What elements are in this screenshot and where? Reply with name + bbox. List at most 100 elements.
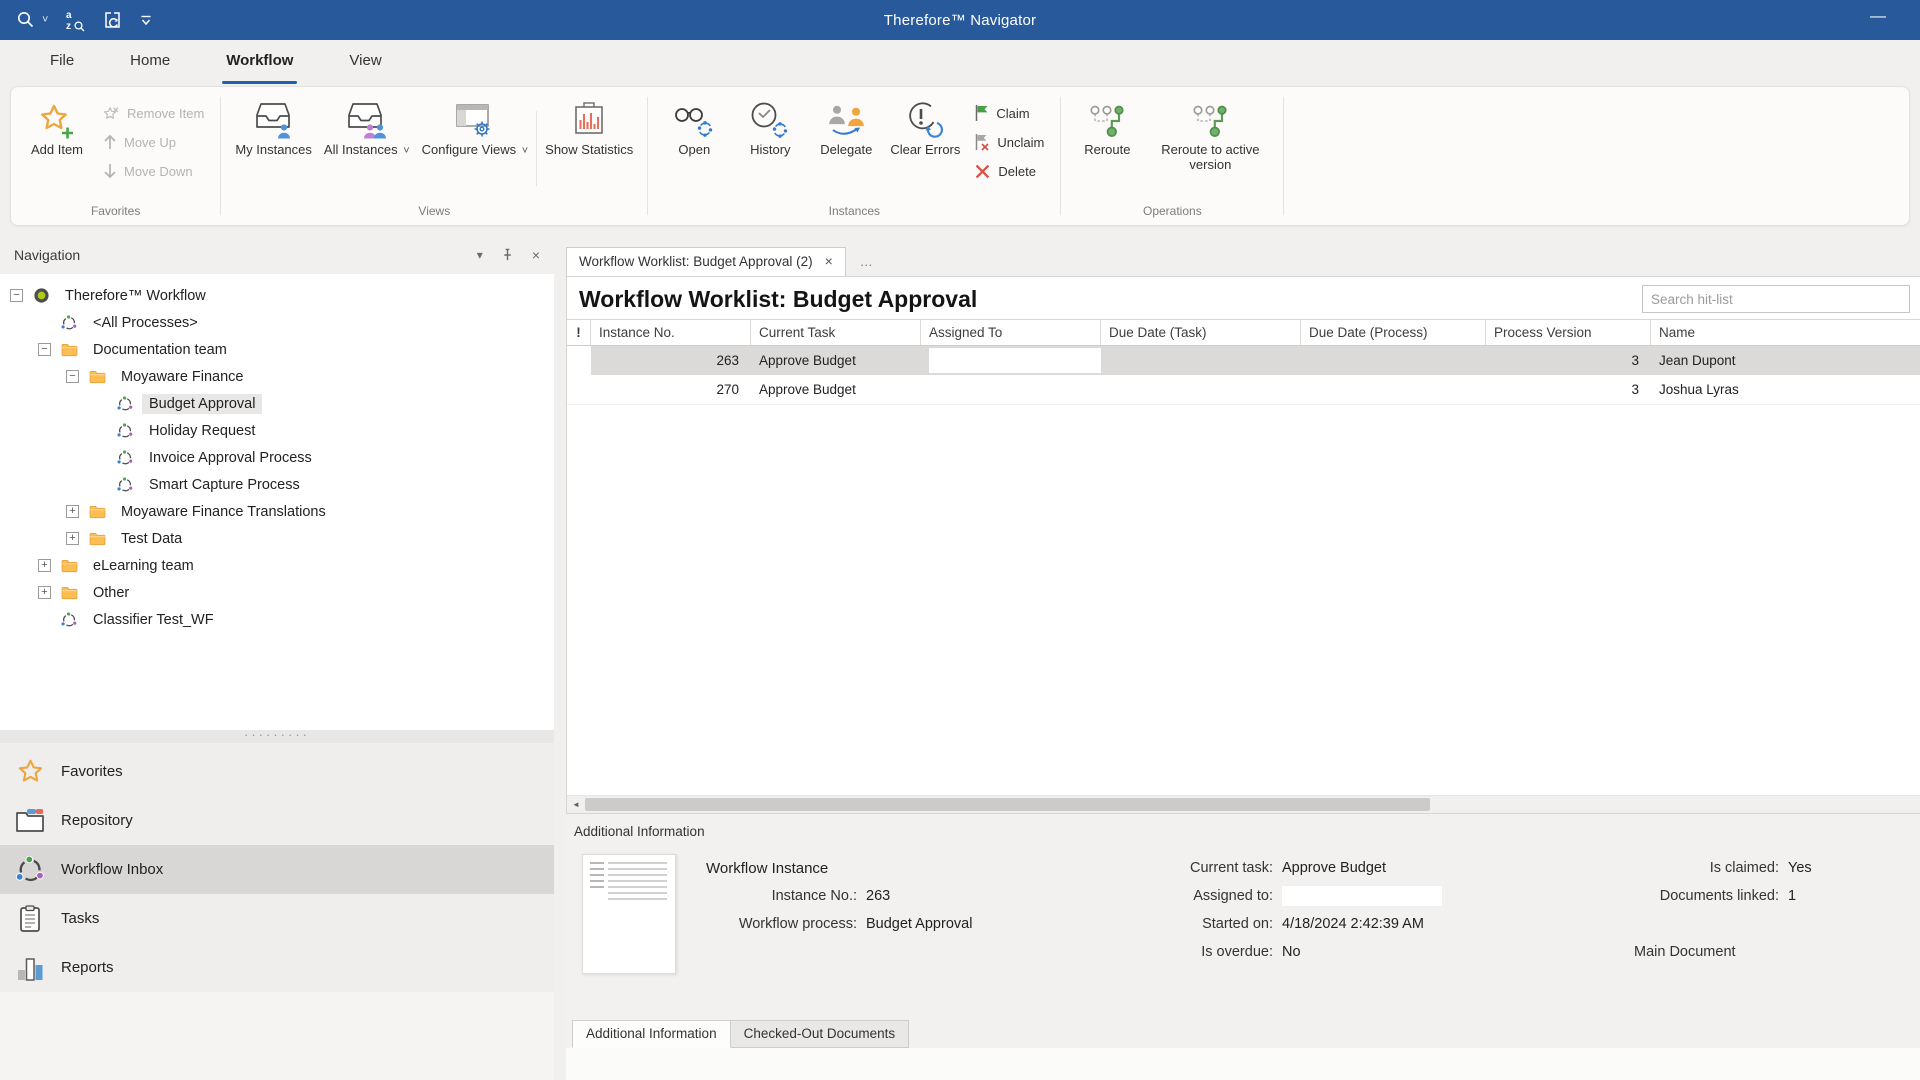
tree-item-therefore-workflow[interactable]: − Therefore™ Workflow [6,282,554,309]
search-icon[interactable] [16,10,36,30]
tab-view[interactable]: View [321,40,409,86]
ribbon-display-options-icon[interactable] [140,14,152,26]
navigation-sidebar: Favorites Repository Workflow Inbox [0,743,554,992]
collapse-icon[interactable]: − [38,343,51,356]
tree-item-holiday-request[interactable]: Holiday Request [6,417,554,444]
sort-az-icon[interactable]: a z [64,8,86,32]
tab-workflow[interactable]: Workflow [198,40,321,86]
column-header-instance-no[interactable]: Instance No. [591,320,751,345]
clear-errors-button[interactable]: Clear Errors [884,95,966,202]
arrow-down-icon [103,163,117,179]
collapse-icon[interactable]: − [66,370,79,383]
table-row-instance-263[interactable]: 263 Approve Budget 3 Jean Dupont [567,346,1920,375]
sidebar-item-reports[interactable]: Reports [0,943,554,992]
panel-menu-chevron-icon[interactable]: ▾ [477,248,483,262]
sidebar-item-favorites[interactable]: Favorites [0,747,554,796]
close-panel-icon[interactable]: × [532,247,540,263]
delegate-icon [824,99,868,143]
reroute-button[interactable]: Reroute [1069,95,1145,202]
history-button[interactable]: History [732,95,808,202]
tree-item-moyaware-finance-translations[interactable]: + Moyaware Finance Translations [6,498,554,525]
scrollbar-thumb[interactable] [585,798,1430,811]
delegate-button[interactable]: Delegate [808,95,884,202]
remove-item-button[interactable]: Remove Item [103,103,204,123]
tree-item-label: Documentation team [86,340,234,360]
column-header-name[interactable]: Name [1651,320,1920,345]
urgent-cell [567,346,591,375]
folder-icon [87,504,107,519]
refresh-view-icon[interactable] [102,9,124,31]
document-thumbnail[interactable] [582,854,676,974]
horizontal-scrollbar[interactable]: ◄ [567,795,1920,813]
worklist-header-row: ! Instance No. Current Task Assigned To … [567,319,1920,346]
tree-item-invoice-approval-process[interactable]: Invoice Approval Process [6,444,554,471]
tab-home[interactable]: Home [102,40,198,86]
tree-item-budget-approval[interactable]: Budget Approval [6,390,554,417]
delete-button[interactable]: Delete [974,161,1044,181]
svg-text:a: a [66,10,72,21]
tab-file[interactable]: File [22,40,102,86]
sidebar-item-repository[interactable]: Repository [0,796,554,845]
minimize-button[interactable]: — [1870,8,1886,26]
sidebar-item-workflow-inbox[interactable]: Workflow Inbox [0,845,554,894]
all-instances-button[interactable]: All Instances ˅ [318,95,416,202]
column-header-assigned-to[interactable]: Assigned To [921,320,1101,345]
column-header-current-task[interactable]: Current Task [751,320,921,345]
instance-no-value: 263 [866,888,890,904]
tree-item-classifier-test-wf[interactable]: Classifier Test_WF [6,606,554,633]
move-down-button[interactable]: Move Down [103,161,204,181]
ribbon-group-instances: Open History [648,87,1060,225]
workflow-process-icon [115,477,135,493]
configure-views-button[interactable]: Configure Views ˅ [416,95,534,202]
add-item-button[interactable]: Add Item [19,95,95,202]
reroute-active-version-button[interactable]: Reroute to active version [1145,95,1275,202]
expand-icon[interactable]: + [66,532,79,545]
worklist-tab[interactable]: Workflow Worklist: Budget Approval (2) × [566,247,846,276]
unclaim-button[interactable]: Unclaim [974,132,1044,152]
column-header-process-version[interactable]: Process Version [1486,320,1651,345]
current-task-cell: Approve Budget [751,346,921,375]
tab-home-label: Home [130,52,170,69]
panel-splitter-handle[interactable]: ········· [0,730,554,743]
pin-icon[interactable] [501,248,514,262]
tree-item-moyaware-finance[interactable]: − Moyaware Finance [6,363,554,390]
expand-icon[interactable]: + [38,586,51,599]
open-label: Open [678,143,710,158]
tree-item-label: Moyaware Finance Translations [114,502,333,522]
search-input[interactable] [1642,285,1910,313]
tab-additional-information[interactable]: Additional Information [572,1020,731,1048]
expand-icon[interactable]: + [38,559,51,572]
column-header-urgent[interactable]: ! [567,320,591,345]
instance-no-cell: 270 [591,375,751,404]
folder-icon [87,531,107,546]
bottom-tab-bar: Additional Information Checked-Out Docum… [566,1020,1920,1048]
tree-item-other[interactable]: + Other [6,579,554,606]
scroll-left-arrow-icon[interactable]: ◄ [567,800,585,809]
tree-item-test-data[interactable]: + Test Data [6,525,554,552]
tab-overflow-button[interactable]: … [846,254,887,276]
my-instances-button[interactable]: My Instances [229,95,318,202]
tree-item-documentation-team[interactable]: − Documentation team [6,336,554,363]
tab-file-label: File [50,52,74,69]
tab-checked-out-documents[interactable]: Checked-Out Documents [730,1020,910,1048]
tree-item-elearning-team[interactable]: + eLearning team [6,552,554,579]
move-up-button[interactable]: Move Up [103,132,204,152]
due-date-process-cell [1301,346,1486,375]
column-header-due-date-process[interactable]: Due Date (Process) [1301,320,1486,345]
claim-button[interactable]: Claim [974,103,1044,123]
expand-icon[interactable]: + [66,505,79,518]
close-tab-icon[interactable]: × [825,253,833,269]
tree-item-smart-capture-process[interactable]: Smart Capture Process [6,471,554,498]
column-header-due-date-task[interactable]: Due Date (Task) [1101,320,1301,345]
sidebar-item-tasks[interactable]: Tasks [0,894,554,943]
show-statistics-button[interactable]: Show Statistics [539,95,639,202]
open-button[interactable]: Open [656,95,732,202]
search-dropdown-icon[interactable]: ˅ [42,14,48,26]
collapse-icon[interactable]: − [10,289,23,302]
folder-icon [59,558,79,573]
sidebar-item-label: Workflow Inbox [61,861,163,878]
tree-item-all-processes[interactable]: <All Processes> [6,309,554,336]
clear-errors-icon [905,99,945,143]
is-claimed-label: Is claimed: [1628,860,1788,876]
table-row-instance-270[interactable]: 270 Approve Budget 3 Joshua Lyras [567,375,1920,405]
